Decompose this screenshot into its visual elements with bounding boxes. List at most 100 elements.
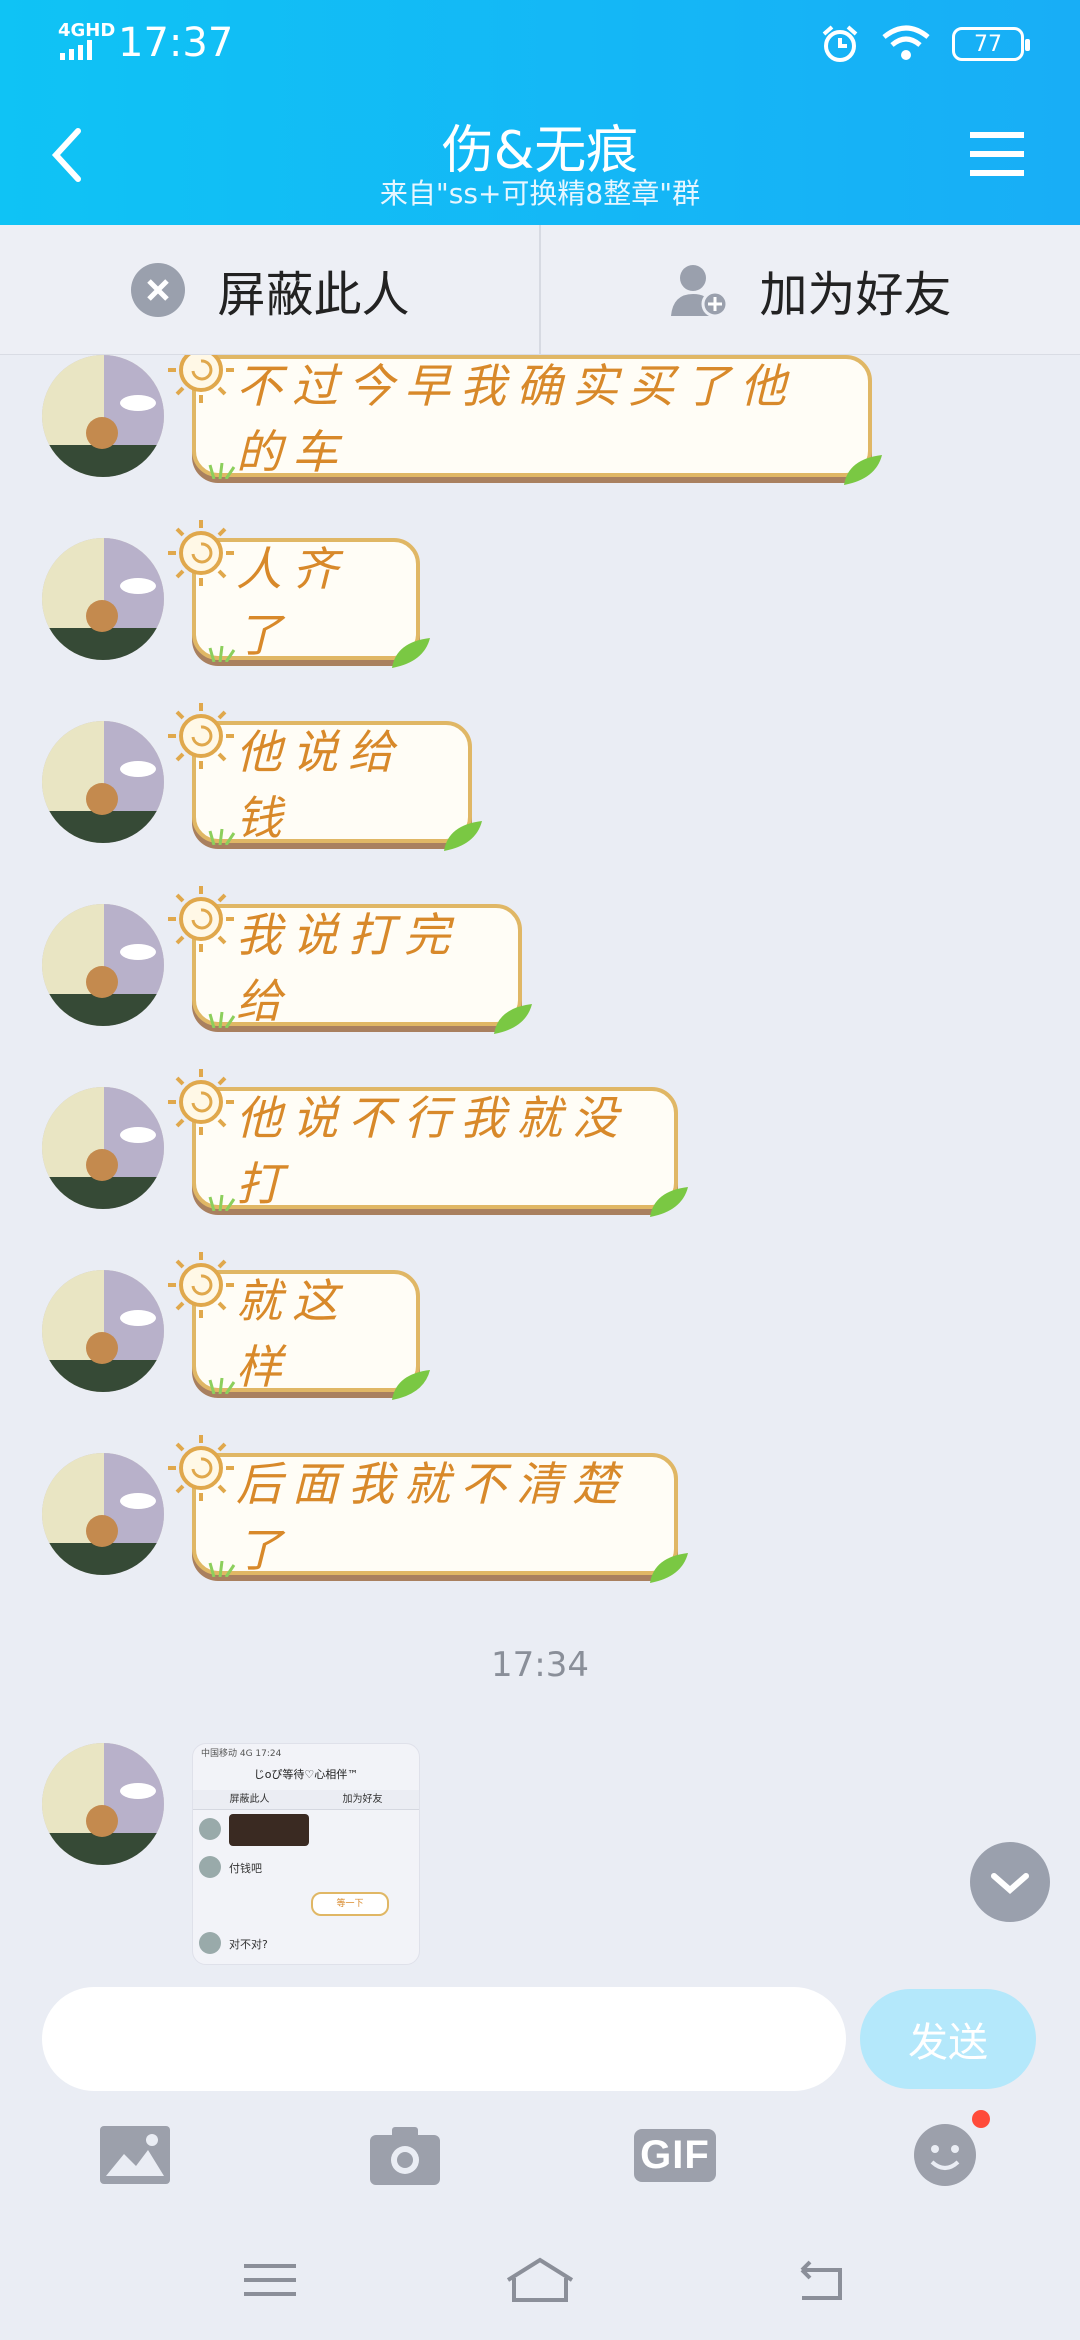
notification-dot	[972, 2110, 990, 2128]
avatar[interactable]	[42, 538, 164, 660]
message-text: 后面我就不清楚了	[236, 1457, 628, 1577]
message-bubble[interactable]: 后面我就不清楚了	[168, 1435, 688, 1583]
avatar[interactable]	[42, 904, 164, 1026]
avatar[interactable]	[42, 1270, 164, 1392]
sprout-decoration-icon	[208, 462, 236, 479]
message-row: 不过今早我确实买了他的车	[40, 355, 1040, 495]
emoji-button[interactable]	[900, 2110, 990, 2200]
input-area: 发送	[0, 1965, 1080, 2095]
image-message[interactable]: 中国移动 4G 17:24 じoぴ等待♡心相伴™ 屏蔽此人 加为好友 付钱吧 等…	[192, 1743, 420, 1965]
camera-icon	[370, 2127, 440, 2185]
message-row: 他说给钱	[40, 703, 1040, 861]
message-text: 不过今早我确实买了他的车	[236, 359, 796, 479]
image-avatar	[199, 1818, 221, 1840]
message-bubble[interactable]: 他说不行我就没打	[168, 1069, 688, 1217]
status-icons: 77	[820, 24, 1030, 64]
block-user-button[interactable]: 屏蔽此人	[0, 225, 539, 354]
image-icon	[100, 2126, 170, 2184]
leaf-decoration-icon	[392, 638, 430, 668]
image-action-bar: 屏蔽此人 加为好友	[193, 1790, 419, 1810]
sun-decoration-icon	[168, 1435, 234, 1501]
sprout-decoration-icon	[208, 1560, 236, 1577]
image-title: じoぴ等待♡心相伴™	[253, 1768, 359, 1781]
battery-indicator: 77	[952, 27, 1030, 61]
status-bar: 4GHD 17:37 77	[0, 0, 1080, 90]
gif-button[interactable]: GIF	[630, 2110, 720, 2200]
image-avatar	[199, 1932, 221, 1954]
sprout-decoration-icon	[208, 1194, 236, 1211]
image-row: 付钱吧	[193, 1848, 419, 1886]
image-avatar	[199, 1856, 221, 1878]
add-friend-button[interactable]: 加为好友	[539, 225, 1080, 354]
message-bubble[interactable]: 人齐了	[168, 520, 430, 668]
scroll-to-bottom-button[interactable]	[970, 1842, 1050, 1922]
message-row	[40, 1743, 1040, 1883]
leaf-decoration-icon	[650, 1187, 688, 1217]
message-text: 人齐了	[236, 542, 348, 662]
home-icon[interactable]	[500, 2250, 580, 2310]
leaf-decoration-icon	[650, 1553, 688, 1583]
message-list[interactable]: 不过今早我确实买了他的车 人齐了 他说给钱 我说打完给 他说不行我就没打 就这样…	[0, 355, 1080, 1965]
image-row: 对不对?	[193, 1924, 419, 1962]
image-button[interactable]	[90, 2110, 180, 2200]
wifi-icon	[882, 25, 930, 60]
message-text: 我说打完给	[236, 908, 460, 1028]
network-indicator: 4GHD	[58, 20, 116, 41]
chevron-down-icon	[991, 1873, 1029, 1894]
avatar[interactable]	[42, 721, 164, 843]
system-nav-bar	[0, 2230, 1080, 2340]
message-input[interactable]	[42, 1987, 846, 2091]
avatar[interactable]	[42, 355, 164, 477]
action-bar: 屏蔽此人 加为好友	[0, 225, 1080, 355]
message-row: 我说打完给	[40, 886, 1040, 1044]
avatar[interactable]	[42, 1743, 164, 1865]
avatar[interactable]	[42, 1453, 164, 1575]
sun-decoration-icon	[168, 886, 234, 952]
message-bubble[interactable]: 就这样	[168, 1252, 430, 1400]
block-icon	[131, 262, 186, 317]
sprout-decoration-icon	[208, 1011, 236, 1028]
message-bubble[interactable]: 我说打完给	[168, 886, 532, 1034]
leaf-decoration-icon	[494, 1004, 532, 1034]
image-text: 付钱吧	[229, 1862, 262, 1875]
leaf-decoration-icon	[444, 821, 482, 851]
message-bubble[interactable]: 他说给钱	[168, 703, 482, 851]
message-row: 后面我就不清楚了	[40, 1435, 1040, 1593]
image-add-label: 加为好友	[342, 1794, 383, 1805]
sprout-decoration-icon	[208, 1377, 236, 1394]
back-nav-icon[interactable]	[780, 2250, 860, 2310]
menu-icon[interactable]	[970, 130, 1024, 178]
image-status-text: 中国移动 4G 17:24	[201, 1749, 282, 1759]
image-bubble: 等一下	[311, 1892, 389, 1916]
signal-icon	[60, 40, 92, 60]
leaf-decoration-icon	[392, 1370, 430, 1400]
header: 4GHD 17:37 77 伤&无痕 来自"ss+可换精8整章"群	[0, 0, 1080, 225]
sun-decoration-icon	[168, 355, 234, 403]
message-timestamp: 17:34	[491, 1645, 589, 1685]
message-text: 他说给钱	[236, 725, 404, 845]
sun-decoration-icon	[168, 1252, 234, 1318]
sun-decoration-icon	[168, 703, 234, 769]
tool-bar: GIF	[0, 2110, 1080, 2200]
image-photo	[229, 1814, 309, 1846]
sun-decoration-icon	[168, 520, 234, 586]
gif-icon: GIF	[634, 2128, 716, 2182]
avatar[interactable]	[42, 1087, 164, 1209]
leaf-decoration-icon	[844, 455, 882, 485]
message-row: 他说不行我就没打	[40, 1069, 1040, 1227]
send-button[interactable]: 发送	[860, 1989, 1036, 2089]
message-bubble[interactable]: 不过今早我确实买了他的车	[168, 355, 882, 485]
sprout-decoration-icon	[208, 828, 236, 845]
block-user-label: 屏蔽此人	[217, 266, 410, 323]
message-row: 就这样	[40, 1252, 1040, 1410]
clock: 17:37	[118, 20, 234, 66]
image-row: 等一下	[193, 1886, 419, 1924]
emoji-icon	[914, 2124, 976, 2186]
camera-button[interactable]	[360, 2110, 450, 2200]
message-text: 就这样	[236, 1274, 348, 1394]
add-friend-icon	[671, 264, 729, 317]
image-text: 对不对?	[229, 1938, 268, 1951]
recent-apps-icon[interactable]	[230, 2250, 310, 2310]
add-friend-label: 加为好友	[759, 266, 952, 323]
message-text: 他说不行我就没打	[236, 1091, 628, 1211]
